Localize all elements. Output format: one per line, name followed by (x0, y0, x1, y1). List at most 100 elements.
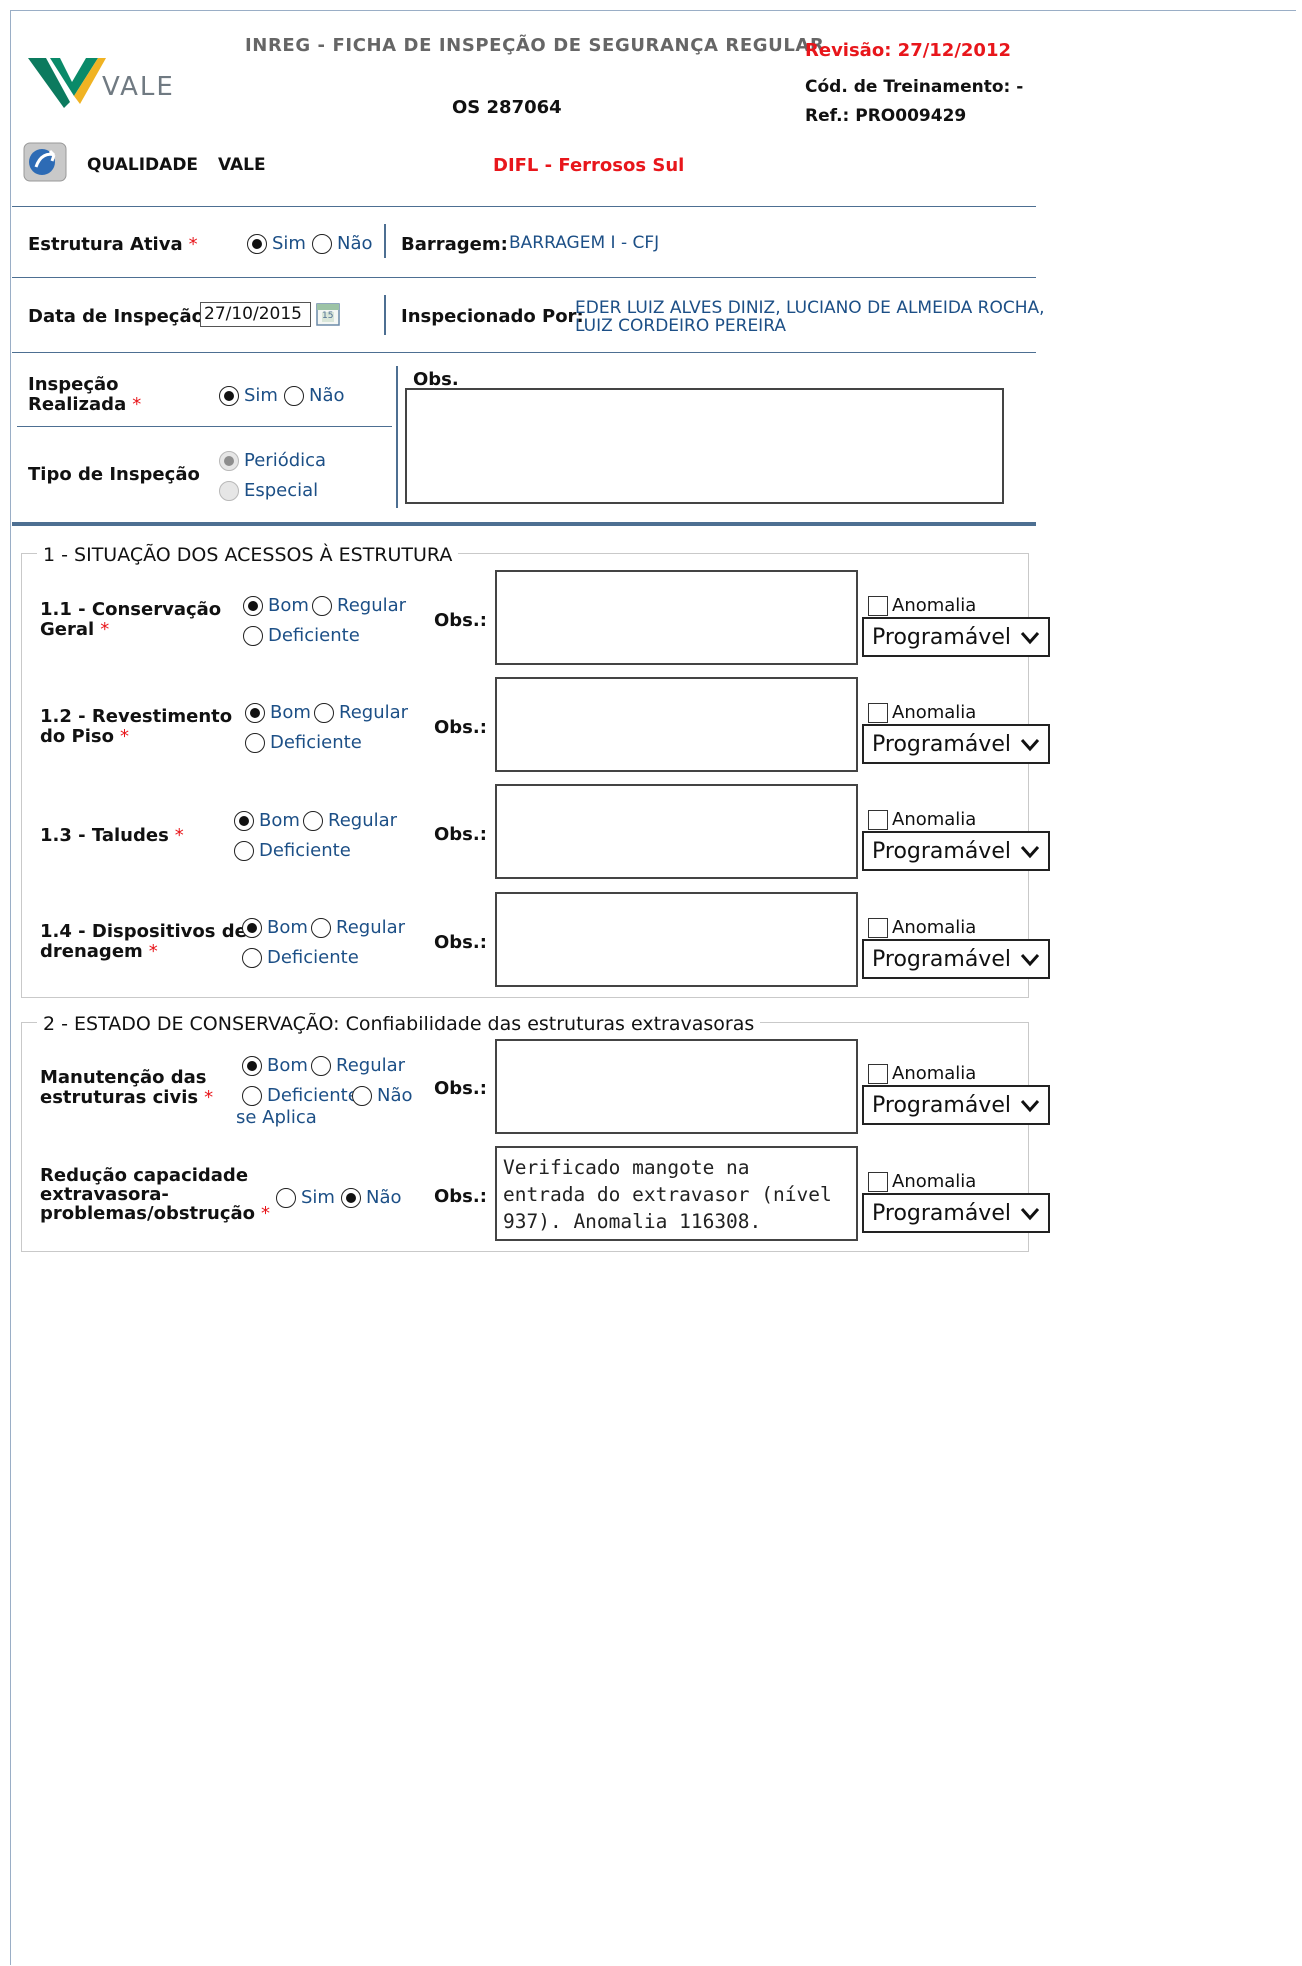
radio-selected-icon (219, 450, 239, 471)
manutencao-programavel-select[interactable]: Programável (862, 1085, 1050, 1125)
item-1-1-obs-label: Obs.: (434, 610, 487, 631)
reducao-sim-radio[interactable]: Sim (276, 1187, 335, 1208)
item-1-4-anomalia-checkbox[interactable]: Anomalia (868, 917, 976, 938)
cod-treinamento: Cód. de Treinamento: - (805, 77, 1024, 97)
item-1-2-bom-radio[interactable]: Bom (245, 702, 311, 723)
inspecionado-por-line1: EDER LUIZ ALVES DINIZ, LUCIANO DE ALMEID… (575, 298, 1045, 318)
item-1-1-bom-radio[interactable]: Bom (243, 595, 309, 616)
reducao-programavel-select[interactable]: Programável (862, 1193, 1050, 1233)
radio-icon (242, 947, 262, 968)
item-1-1-regular-radio[interactable]: Regular (312, 595, 406, 616)
os-number: OS 287064 (452, 97, 562, 118)
manutencao-regular-radio[interactable]: Regular (311, 1055, 405, 1076)
item-1-2-programavel-select[interactable]: Programável (862, 724, 1050, 764)
qualidade-label: QUALIDADE (87, 155, 199, 175)
manutencao-nao-se-aplica-radio[interactable]: Não (352, 1085, 413, 1106)
manutencao-obs-textarea[interactable] (495, 1039, 858, 1134)
radio-icon (311, 917, 331, 938)
item-1-3-obs-textarea[interactable] (495, 784, 858, 879)
manutencao-label: Manutenção das estruturas civis * (40, 1067, 214, 1108)
tipo-especial-radio[interactable]: Especial (219, 480, 318, 501)
chevron-down-icon (1020, 1100, 1040, 1113)
checkbox-icon (868, 917, 888, 938)
item-1-3-label: 1.3 - Taludes * (40, 825, 184, 846)
radio-selected-icon (341, 1187, 361, 1208)
ref-number: Ref.: PRO009429 (805, 106, 967, 126)
radio-icon (314, 702, 334, 723)
realizada-nao-radio[interactable]: Não (284, 385, 345, 406)
item-1-3-programavel-select[interactable]: Programável (862, 831, 1050, 871)
radio-icon (303, 810, 323, 831)
checkbox-icon (868, 809, 888, 830)
item-1-3-bom-radio[interactable]: Bom (234, 810, 300, 831)
qualidade-icon (22, 141, 68, 183)
item-1-2-anomalia-checkbox[interactable]: Anomalia (868, 702, 976, 723)
section2-legend: 2 - ESTADO DE CONSERVAÇÃO: Confiabilidad… (37, 1013, 761, 1035)
manutencao-deficiente-radio[interactable]: Deficiente (242, 1085, 359, 1106)
manutencao-anomalia-checkbox[interactable]: Anomalia (868, 1063, 976, 1084)
item-1-3-regular-radio[interactable]: Regular (303, 810, 397, 831)
item-1-2-obs-label: Obs.: (434, 717, 487, 738)
realizada-sim-radio[interactable]: Sim (219, 385, 278, 406)
item-1-1-deficiente-radio[interactable]: Deficiente (243, 625, 360, 646)
section-divider (12, 522, 1036, 526)
inspecao-realizada-label: Inspeção Realizada * (28, 374, 142, 415)
reducao-capacidade-label: Redução capacidade extravasora- problema… (40, 1165, 271, 1224)
reducao-anomalia-checkbox[interactable]: Anomalia (868, 1171, 976, 1192)
estrutura-ativa-label: Estrutura Ativa * (28, 234, 198, 255)
item-1-2-label: 1.2 - Revestimento do Piso * (40, 706, 233, 747)
data-inspecao-input[interactable]: 27/10/2015 (200, 302, 311, 327)
calendar-icon[interactable]: 15 (316, 302, 340, 326)
revisao-text: Revisão: 27/12/2012 (805, 40, 1012, 61)
estrutura-nao-radio[interactable]: Não (312, 233, 373, 254)
item-1-1-obs-textarea[interactable] (495, 570, 858, 665)
nao-se-aplica-text: se Aplica (236, 1107, 317, 1128)
item-1-4-obs-textarea[interactable] (495, 892, 858, 987)
reducao-obs-label: Obs.: (434, 1186, 487, 1207)
reducao-nao-radio[interactable]: Não (341, 1187, 402, 1208)
item-1-2-obs-textarea[interactable] (495, 677, 858, 772)
radio-icon (312, 595, 332, 616)
item-1-4-deficiente-radio[interactable]: Deficiente (242, 947, 359, 968)
item-1-4-programavel-select[interactable]: Programável (862, 939, 1050, 979)
qualidade-vale-label: VALE (218, 155, 266, 175)
radio-selected-icon (234, 810, 254, 831)
barragem-label: Barragem: (401, 234, 508, 255)
vale-logo: VALE (28, 52, 178, 112)
radio-icon (234, 840, 254, 861)
chevron-down-icon (1020, 1208, 1040, 1221)
divider (12, 277, 1036, 278)
radio-icon (243, 625, 263, 646)
item-1-1-programavel-select[interactable]: Programável (862, 617, 1050, 657)
radio-selected-icon (245, 702, 265, 723)
radio-icon (312, 233, 332, 254)
radio-icon (276, 1187, 296, 1208)
reducao-obs-textarea[interactable]: Verificado mangote na entrada do extrava… (495, 1146, 858, 1241)
chevron-down-icon (1020, 739, 1040, 752)
item-1-4-regular-radio[interactable]: Regular (311, 917, 405, 938)
divider (17, 426, 392, 427)
item-1-3-deficiente-radio[interactable]: Deficiente (234, 840, 351, 861)
radio-icon (352, 1085, 372, 1106)
data-inspecao-label: Data de Inspeção* (28, 306, 219, 327)
radio-icon (311, 1055, 331, 1076)
item-1-2-deficiente-radio[interactable]: Deficiente (245, 732, 362, 753)
inspecionado-por-label: Inspecionado Por: (401, 306, 584, 327)
item-1-4-bom-radio[interactable]: Bom (242, 917, 308, 938)
radio-icon (284, 385, 304, 406)
manutencao-bom-radio[interactable]: Bom (242, 1055, 308, 1076)
divider (384, 224, 386, 258)
item-1-3-anomalia-checkbox[interactable]: Anomalia (868, 809, 976, 830)
tipo-periodica-radio[interactable]: Periódica (219, 450, 326, 471)
obs-textarea[interactable] (405, 388, 1004, 504)
item-1-1-anomalia-checkbox[interactable]: Anomalia (868, 595, 976, 616)
item-1-2-regular-radio[interactable]: Regular (314, 702, 408, 723)
radio-icon (219, 480, 239, 501)
tipo-inspecao-label: Tipo de Inspeção (28, 464, 200, 485)
vale-logo-text: VALE (102, 72, 175, 102)
obs-label: Obs. (413, 369, 459, 390)
checkbox-icon (868, 595, 888, 616)
estrutura-sim-radio[interactable]: Sim (247, 233, 306, 254)
item-1-3-obs-label: Obs.: (434, 824, 487, 845)
inspecionado-por-line2: LUIZ CORDEIRO PEREIRA (575, 316, 786, 336)
